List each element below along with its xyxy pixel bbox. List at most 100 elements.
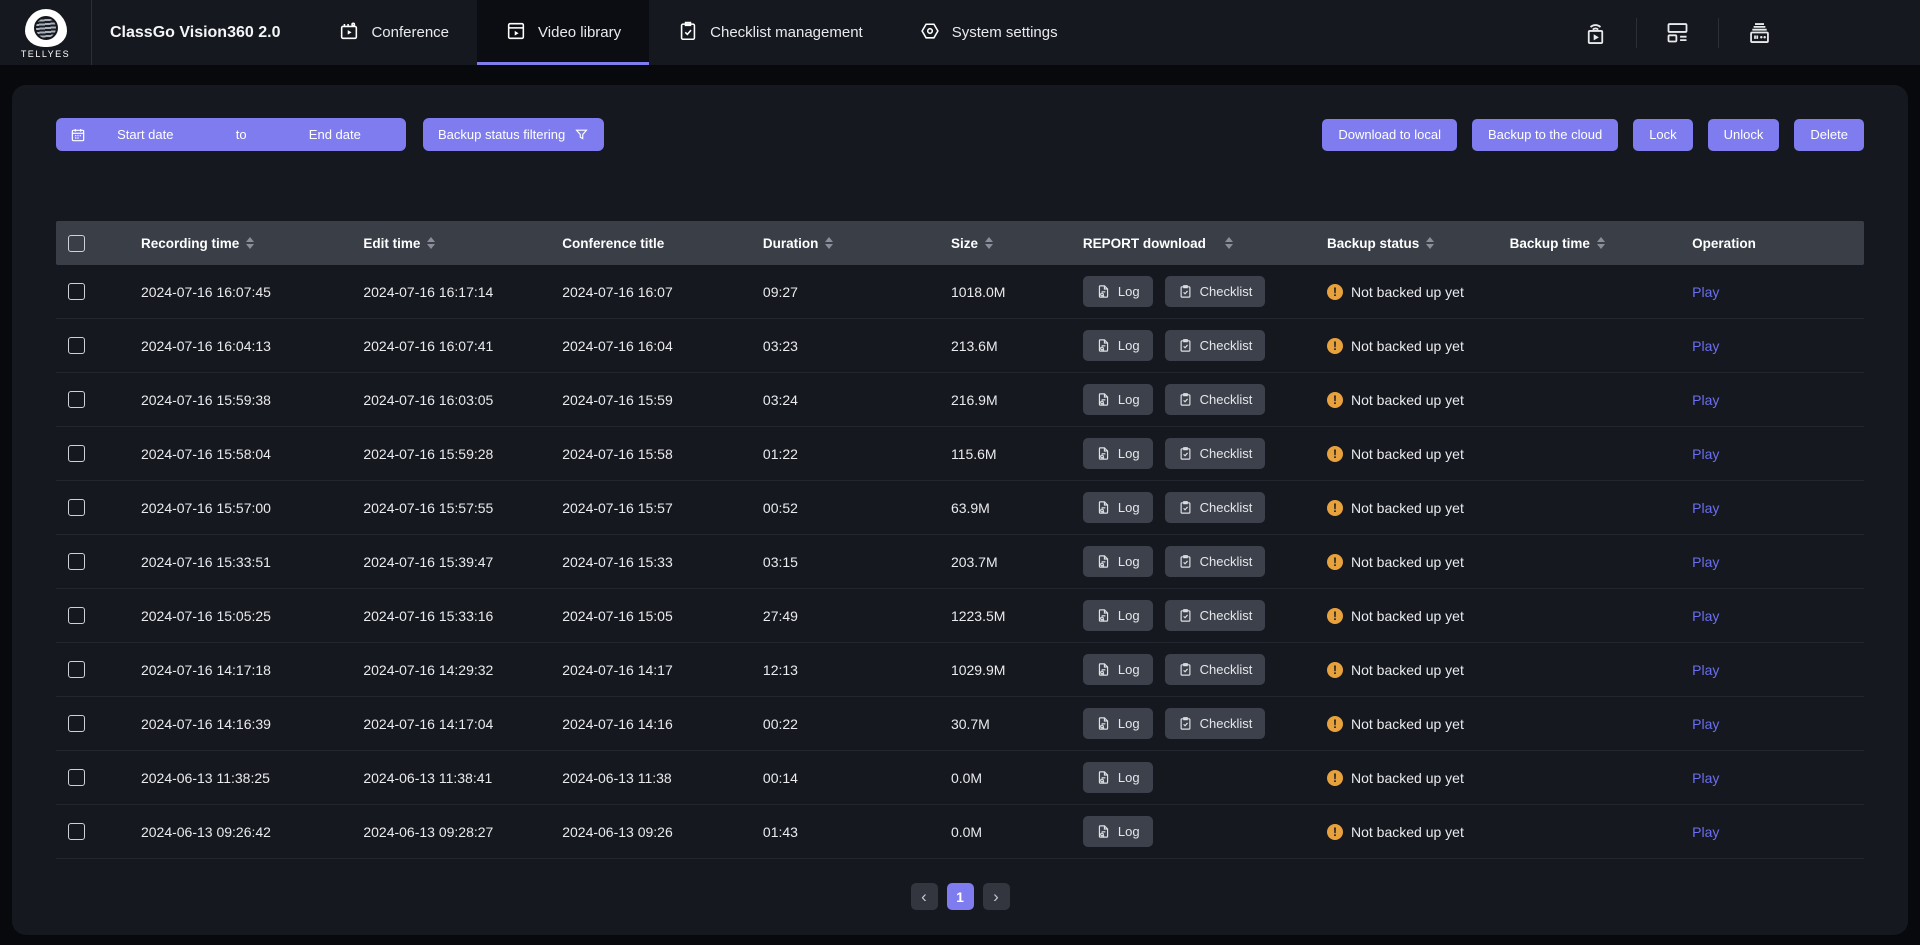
- play-link[interactable]: Play: [1692, 446, 1719, 462]
- backup-to-cloud-button[interactable]: Backup to the cloud: [1472, 119, 1618, 151]
- conference-title: 2024-07-16 14:17: [562, 662, 673, 678]
- play-link[interactable]: Play: [1692, 284, 1719, 300]
- date-range-separator: to: [236, 127, 247, 142]
- log-button[interactable]: Log: [1083, 762, 1153, 793]
- download-to-local-button[interactable]: Download to local: [1322, 119, 1457, 151]
- layout-icon[interactable]: [1637, 19, 1718, 46]
- checklist-button[interactable]: Checklist: [1165, 492, 1266, 523]
- row-checkbox[interactable]: [68, 769, 85, 786]
- play-link[interactable]: Play: [1692, 338, 1719, 354]
- column-header-duration[interactable]: Duration: [763, 236, 951, 251]
- row-checkbox[interactable]: [68, 445, 85, 462]
- checklist-button[interactable]: Checklist: [1165, 330, 1266, 361]
- row-checkbox[interactable]: [68, 715, 85, 732]
- tab-system-settings[interactable]: System settings: [891, 0, 1086, 65]
- sort-icon[interactable]: [246, 237, 254, 250]
- checklist-button[interactable]: Checklist: [1165, 276, 1266, 307]
- cell-operation: Play: [1692, 446, 1864, 462]
- log-button[interactable]: Log: [1083, 708, 1153, 739]
- log-button[interactable]: Log: [1083, 330, 1153, 361]
- column-header-select: [56, 235, 141, 252]
- checklist-button[interactable]: Checklist: [1165, 708, 1266, 739]
- row-checkbox[interactable]: [68, 283, 85, 300]
- checklist-button[interactable]: Checklist: [1165, 546, 1266, 577]
- row-checkbox[interactable]: [68, 499, 85, 516]
- select-all-checkbox[interactable]: [68, 235, 85, 252]
- tab-video-library[interactable]: Video library: [477, 0, 649, 65]
- log-button[interactable]: Log: [1083, 654, 1153, 685]
- checklist-button[interactable]: Checklist: [1165, 384, 1266, 415]
- play-link[interactable]: Play: [1692, 392, 1719, 408]
- tab-checklist-management[interactable]: Checklist management: [649, 0, 891, 65]
- column-header-report_download[interactable]: REPORT download: [1083, 236, 1327, 251]
- log-button[interactable]: Log: [1083, 492, 1153, 523]
- play-link[interactable]: Play: [1692, 608, 1719, 624]
- log-button[interactable]: Log: [1083, 384, 1153, 415]
- end-date-input[interactable]: End date: [309, 127, 361, 142]
- column-header-backup_time[interactable]: Backup time: [1510, 236, 1693, 251]
- backup-status-text: Not backed up yet: [1351, 716, 1464, 732]
- screen-cast-icon[interactable]: [1555, 19, 1636, 46]
- column-header-edit_time[interactable]: Edit time: [363, 236, 562, 251]
- prev-page-button[interactable]: ‹: [911, 883, 938, 910]
- delete-button[interactable]: Delete: [1794, 119, 1864, 151]
- sort-icon[interactable]: [427, 237, 435, 250]
- size: 1223.5M: [951, 608, 1005, 624]
- log-button[interactable]: Log: [1083, 546, 1153, 577]
- play-link[interactable]: Play: [1692, 554, 1719, 570]
- button-label: Checklist: [1200, 392, 1253, 407]
- play-link[interactable]: Play: [1692, 770, 1719, 786]
- row-checkbox[interactable]: [68, 607, 85, 624]
- sort-icon[interactable]: [1426, 237, 1434, 250]
- page-number-button[interactable]: 1: [947, 883, 974, 910]
- size: 1018.0M: [951, 284, 1005, 300]
- recorder-icon[interactable]: [1719, 19, 1800, 46]
- row-checkbox[interactable]: [68, 391, 85, 408]
- column-header-size[interactable]: Size: [951, 236, 1083, 251]
- cell-select: [56, 337, 141, 354]
- cell-operation: Play: [1692, 392, 1864, 408]
- next-page-button[interactable]: ›: [983, 883, 1010, 910]
- backup-status: !Not backed up yet: [1327, 608, 1464, 624]
- tab-conference[interactable]: Conference: [310, 0, 477, 65]
- backup-status-filter-button[interactable]: Backup status filtering: [423, 118, 604, 151]
- cell-report-download: Log Checklist: [1083, 492, 1327, 523]
- cell-size: 216.9M: [951, 392, 1083, 408]
- column-header-operation: Operation: [1692, 236, 1864, 251]
- recording-time: 2024-07-16 14:16:39: [141, 716, 271, 732]
- cell-backup-status: !Not backed up yet: [1327, 824, 1510, 840]
- log-button[interactable]: Log: [1083, 276, 1153, 307]
- play-link[interactable]: Play: [1692, 500, 1719, 516]
- edit-time: 2024-07-16 15:39:47: [363, 554, 493, 570]
- row-checkbox[interactable]: [68, 661, 85, 678]
- row-checkbox[interactable]: [68, 337, 85, 354]
- size: 63.9M: [951, 500, 990, 516]
- log-button[interactable]: Log: [1083, 600, 1153, 631]
- sort-icon[interactable]: [985, 237, 993, 250]
- cell-recording-time: 2024-07-16 15:59:38: [141, 392, 363, 408]
- column-header-backup_status[interactable]: Backup status: [1327, 236, 1510, 251]
- unlock-button[interactable]: Unlock: [1708, 119, 1780, 151]
- column-header-recording_time[interactable]: Recording time: [141, 236, 363, 251]
- sort-icon[interactable]: [1597, 237, 1605, 250]
- row-checkbox[interactable]: [68, 823, 85, 840]
- size: 30.7M: [951, 716, 990, 732]
- play-link[interactable]: Play: [1692, 716, 1719, 732]
- backup-status: !Not backed up yet: [1327, 554, 1464, 570]
- start-date-input[interactable]: Start date: [117, 127, 173, 142]
- checklist-button[interactable]: Checklist: [1165, 600, 1266, 631]
- checklist-button[interactable]: Checklist: [1165, 438, 1266, 469]
- date-range-picker[interactable]: Start date to End date: [56, 118, 406, 151]
- lock-button[interactable]: Lock: [1633, 119, 1692, 151]
- log-button[interactable]: Log: [1083, 438, 1153, 469]
- sort-icon[interactable]: [1225, 237, 1233, 250]
- play-link[interactable]: Play: [1692, 662, 1719, 678]
- checklist-button[interactable]: Checklist: [1165, 654, 1266, 685]
- row-checkbox[interactable]: [68, 553, 85, 570]
- play-link[interactable]: Play: [1692, 824, 1719, 840]
- video-library-panel: Start date to End date Backup status fil…: [12, 85, 1908, 935]
- table-row: 2024-07-16 15:59:382024-07-16 16:03:0520…: [56, 373, 1864, 427]
- size: 0.0M: [951, 770, 982, 786]
- sort-icon[interactable]: [825, 237, 833, 250]
- log-button[interactable]: Log: [1083, 816, 1153, 847]
